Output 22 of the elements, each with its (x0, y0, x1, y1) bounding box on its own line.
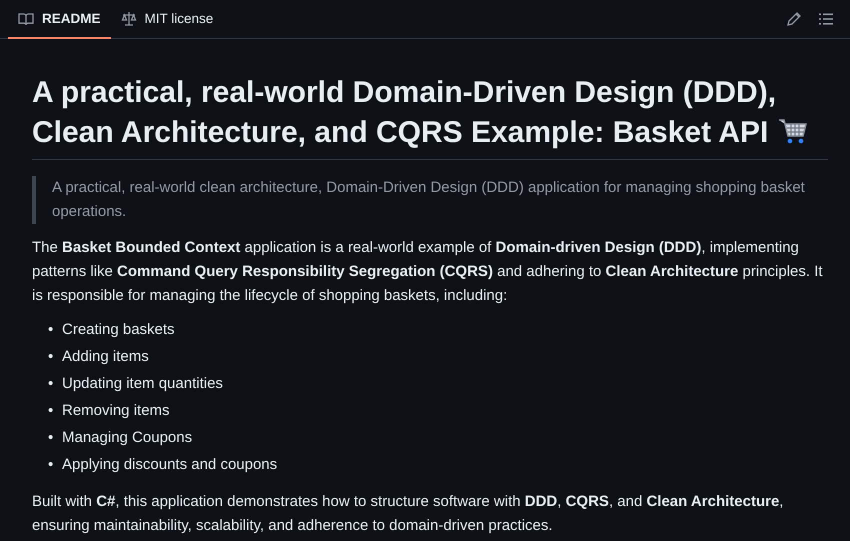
bullet: • (48, 428, 54, 448)
blockquote: A practical, real-world clean architecture, Domain-Driven Design (DDD) application for managing shopping basket operations. (32, 176, 828, 224)
list-item: Updating item quantities (62, 374, 223, 394)
list-item: Applying discounts and coupons (62, 455, 278, 475)
bullet: • (48, 455, 54, 475)
tab[interactable]: README (8, 0, 111, 39)
list-item: Managing Coupons (62, 428, 192, 448)
bullet: • (48, 320, 54, 340)
list-icon[interactable] (818, 11, 834, 27)
paragraph: Built with C#, this application demonstrates how to structure software with DDD, CQRS, and Clean Architecture, ensuring maintainability, scalability, and adherence to domain-driven practices. (32, 492, 784, 536)
readme-title: A practical, real-world Domain-Driven Design (DDD), Clean Architecture, and CQRS Example: Basket API (32, 73, 828, 160)
bullet: • (48, 374, 54, 394)
bullet: • (48, 401, 54, 421)
bullet: • (48, 347, 54, 367)
tab[interactable]: MIT license (110, 0, 224, 39)
scale-icon (120, 10, 137, 26)
paragraph: The Basket Bounded Context application is a real-world example of Domain-driven Design (DDD), implementing patterns like Command Query Responsibility Segregation (CQRS) and adhering to Clean Architecture principles. It is responsible for managing the lifecycle of shopping baskets, including: (32, 238, 824, 306)
book-icon (18, 10, 34, 26)
list-item: Creating baskets (62, 320, 175, 340)
list-item: Removing items (62, 401, 170, 421)
pencil-icon[interactable] (786, 11, 802, 27)
list-item: Adding items (62, 347, 149, 367)
